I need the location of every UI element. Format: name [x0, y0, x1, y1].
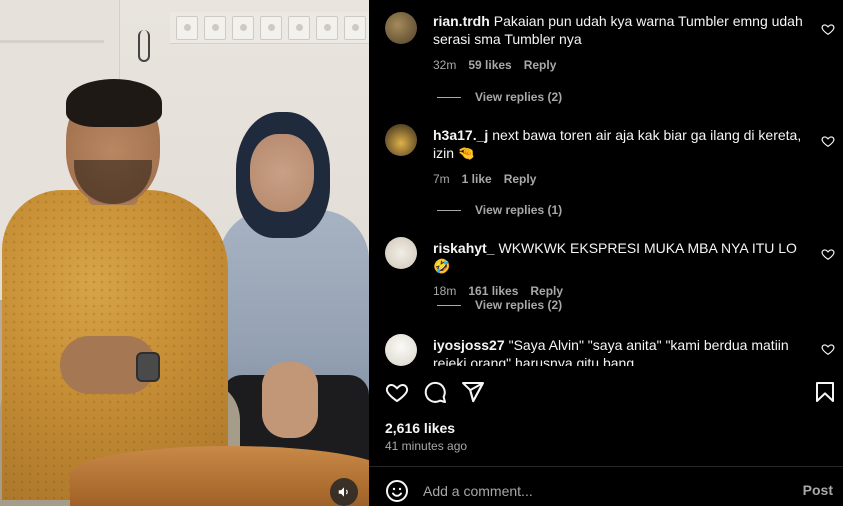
comments-panel: rian.trdh Pakaian pun udah kya warna Tumb… — [369, 0, 843, 506]
view-replies-label: View replies (2) — [475, 90, 563, 104]
smiley-icon[interactable] — [385, 479, 409, 503]
avatar[interactable] — [385, 237, 417, 269]
post-action-bar — [385, 380, 837, 404]
mute-button[interactable] — [330, 478, 358, 506]
comment-username[interactable]: riskahyt_ — [433, 240, 494, 256]
view-replies-button[interactable]: View replies (2) — [437, 90, 562, 104]
share-icon[interactable] — [461, 380, 485, 404]
speaker-icon — [338, 487, 348, 497]
woman-face — [250, 134, 314, 212]
add-comment-bar: Post — [369, 467, 843, 506]
reply-button[interactable]: Reply — [504, 172, 537, 186]
post-comment-button[interactable]: Post — [803, 482, 833, 498]
replies-divider — [437, 96, 461, 98]
heart-icon[interactable] — [385, 380, 409, 404]
wooden-table — [70, 446, 369, 506]
wall-socket — [204, 16, 226, 40]
comment-likes[interactable]: 1 like — [462, 172, 492, 186]
comment-likes[interactable]: 59 likes — [468, 58, 511, 72]
reply-button[interactable]: Reply — [530, 284, 563, 298]
wall-socket — [176, 16, 198, 40]
wall-socket — [260, 16, 282, 40]
comment-text: next bawa toren air aja kak biar ga ilan… — [433, 127, 802, 161]
heart-icon[interactable] — [821, 22, 835, 36]
comment-likes[interactable]: 161 likes — [468, 284, 518, 298]
view-replies-label: View replies (2) — [475, 298, 563, 312]
heart-icon[interactable] — [821, 134, 835, 148]
comment-item: iyosjoss27 "Saya Alvin" "saya anita" "kam… — [369, 334, 843, 366]
avatar[interactable] — [385, 124, 417, 156]
comment-time: 18m — [433, 284, 457, 298]
view-replies-label: View replies (1) — [475, 203, 563, 217]
avatar[interactable] — [385, 334, 417, 366]
video-player[interactable] — [0, 0, 369, 506]
wall-socket — [316, 16, 338, 40]
replies-divider — [437, 304, 461, 306]
avatar[interactable] — [385, 12, 417, 44]
wall-socket — [288, 16, 310, 40]
wall-cable — [138, 30, 150, 62]
comment-username[interactable]: h3a17._j — [433, 127, 488, 143]
comment-username[interactable]: iyosjoss27 — [433, 337, 505, 353]
reply-button[interactable]: Reply — [524, 58, 557, 72]
wall-shelf — [0, 40, 104, 43]
man-hair — [66, 79, 162, 127]
post-timestamp[interactable]: 41 minutes ago — [385, 439, 467, 453]
post-likes-count[interactable]: 2,616 likes — [385, 420, 455, 436]
wall-socket — [232, 16, 254, 40]
comment-input[interactable] — [423, 480, 753, 502]
bookmark-icon[interactable] — [813, 380, 837, 404]
heart-icon[interactable] — [821, 342, 835, 356]
heart-icon[interactable] — [821, 247, 835, 261]
comment-icon[interactable] — [423, 380, 447, 404]
replies-divider — [437, 209, 461, 211]
comment-time: 32m — [433, 58, 457, 72]
wall-socket — [344, 16, 366, 40]
woman-hands — [262, 362, 318, 438]
view-replies-button[interactable]: View replies (2) — [437, 298, 562, 312]
view-replies-button[interactable]: View replies (1) — [437, 203, 562, 217]
comment-username[interactable]: rian.trdh — [433, 13, 490, 29]
comment-time: 7m — [433, 172, 450, 186]
wristwatch — [136, 352, 160, 382]
